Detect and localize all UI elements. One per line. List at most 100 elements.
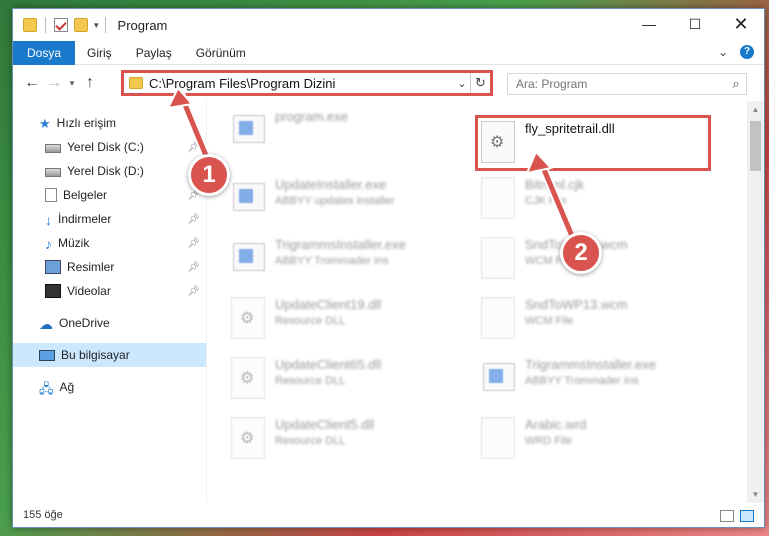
- sidebar-item-videos[interactable]: Videolar 📌︎: [13, 279, 206, 303]
- sidebar-item-label: Hızlı erişim: [56, 116, 116, 130]
- recent-locations-icon[interactable]: ▾: [65, 78, 79, 89]
- highlight-box: [475, 115, 711, 171]
- properties-icon[interactable]: [54, 18, 68, 32]
- music-icon: ♪: [45, 236, 52, 252]
- sidebar-item-label: Ağ: [59, 380, 75, 394]
- cloud-icon: ☁: [39, 316, 53, 332]
- list-item[interactable]: Bitmml.cjk CJK File: [481, 177, 721, 229]
- maximize-button[interactable]: ☐: [672, 9, 718, 39]
- title-bar: ▾ Program — ☐ ✕: [13, 9, 764, 41]
- documents-icon: [45, 188, 57, 202]
- tab-file[interactable]: Dosya: [13, 40, 76, 65]
- downloads-icon: ↓: [45, 212, 52, 228]
- sidebar-item-label: İndirmeler: [58, 212, 112, 226]
- dll-file-icon: [231, 357, 265, 399]
- customize-toolbar-icon[interactable]: ▾: [94, 20, 99, 31]
- address-bar[interactable]: C:\Program Files\Program Dizini ⌄ ↻: [121, 70, 493, 96]
- list-item[interactable]: UpdateInstaller.exe ABBYY updates install…: [231, 177, 471, 229]
- scroll-thumb[interactable]: [750, 121, 761, 171]
- list-item[interactable]: UpdateClient5.dllResource DLL: [231, 417, 471, 469]
- address-row: ← → ▾ ↑ C:\Program Files\Program Dizini …: [13, 65, 764, 101]
- list-item[interactable]: SndToWP13.wcmWCM File: [481, 297, 721, 349]
- sidebar-item-network[interactable]: 🖧︎ Ağ: [13, 375, 206, 399]
- forward-button[interactable]: →: [43, 74, 65, 92]
- document-file-icon: [481, 417, 515, 459]
- list-item[interactable]: Arabic.wrd WRD File: [481, 417, 721, 469]
- sidebar-item-disk-d[interactable]: Yerel Disk (D:) 📌︎: [13, 159, 206, 183]
- help-icon[interactable]: ?: [740, 45, 754, 59]
- sidebar-item-label: Videolar: [67, 284, 111, 298]
- list-item[interactable]: UpdateClient65.dllResource DLL: [231, 357, 471, 409]
- sidebar-item-label: Bu bilgisayar: [61, 348, 130, 362]
- sidebar-item-documents[interactable]: Belgeler 📌︎: [13, 183, 206, 207]
- document-file-icon: [481, 297, 515, 339]
- network-icon: 🖧︎: [39, 381, 54, 396]
- list-item[interactable]: TrigrammsInstaller.exe ABBYY Trommader In…: [481, 357, 721, 409]
- content-area: ★ Hızlı erişim Yerel Disk (C:) 📌︎ Yerel …: [13, 101, 764, 503]
- star-icon: ★: [39, 116, 51, 131]
- disk-icon: [45, 167, 61, 177]
- exe-file-icon: [481, 357, 515, 399]
- step-badge-2: 2: [560, 232, 602, 274]
- search-icon[interactable]: ⌕: [726, 76, 746, 92]
- exe-file-icon: [231, 177, 265, 219]
- refresh-icon[interactable]: ↻: [470, 73, 490, 93]
- list-item[interactable]: program.exe: [231, 109, 471, 161]
- ribbon-tabs: Dosya Giriş Paylaş Görünüm ⌄ ?: [13, 40, 764, 65]
- scroll-down-icon[interactable]: ▼: [747, 486, 764, 503]
- tab-home[interactable]: Giriş: [75, 41, 124, 65]
- folder-icon: [23, 18, 37, 32]
- exe-file-icon: [231, 109, 265, 151]
- list-item[interactable]: SndToWP13.wcmWCM File: [481, 237, 721, 289]
- vertical-scrollbar[interactable]: ▲ ▼: [747, 101, 764, 503]
- pin-icon[interactable]: 📌︎: [187, 214, 200, 225]
- sidebar-item-quick-access[interactable]: ★ Hızlı erişim: [13, 111, 206, 135]
- search-input[interactable]: [516, 77, 726, 91]
- list-item[interactable]: TrigrammsInstaller.exe ABBYY Trommader In…: [231, 237, 471, 289]
- status-bar: 155 öğe: [13, 503, 764, 527]
- address-dropdown-icon[interactable]: ⌄: [454, 77, 470, 90]
- tab-view[interactable]: Görünüm: [184, 41, 258, 65]
- dll-file-icon: [231, 297, 265, 339]
- pin-icon[interactable]: 📌︎: [187, 262, 200, 273]
- sidebar-item-label: Belgeler: [63, 188, 108, 202]
- sidebar-item-onedrive[interactable]: ☁ OneDrive: [13, 311, 206, 335]
- sidebar-item-label: Yerel Disk (D:): [67, 164, 144, 178]
- pin-icon[interactable]: 📌︎: [187, 286, 200, 297]
- window-controls: — ☐ ✕: [626, 9, 764, 39]
- explorer-window: ▾ Program — ☐ ✕ Dosya Giriş Paylaş Görün…: [12, 8, 765, 528]
- close-button[interactable]: ✕: [718, 9, 764, 39]
- sidebar-item-pictures[interactable]: Resimler 📌︎: [13, 255, 206, 279]
- sidebar-item-disk-c[interactable]: Yerel Disk (C:) 📌︎: [13, 135, 206, 159]
- sidebar-item-downloads[interactable]: ↓ İndirmeler 📌︎: [13, 207, 206, 231]
- sidebar-item-label: OneDrive: [59, 316, 110, 330]
- scroll-up-icon[interactable]: ▲: [747, 101, 764, 118]
- list-item[interactable]: UpdateClient19.dllResource DLL: [231, 297, 471, 349]
- expand-ribbon-icon[interactable]: ⌄: [718, 45, 728, 59]
- address-path[interactable]: C:\Program Files\Program Dizini: [149, 76, 454, 91]
- sidebar-item-label: Resimler: [67, 260, 115, 274]
- computer-icon: [39, 349, 55, 361]
- exe-file-icon: [231, 237, 265, 279]
- pin-icon[interactable]: 📌︎: [187, 142, 200, 153]
- window-title: Program: [117, 17, 168, 33]
- sidebar-item-music[interactable]: ♪ Müzik 📌︎: [13, 231, 206, 255]
- dll-file-icon: [231, 417, 265, 459]
- minimize-button[interactable]: —: [626, 9, 672, 39]
- large-icons-view-icon[interactable]: [740, 510, 754, 522]
- document-file-icon: [481, 177, 515, 219]
- tab-share[interactable]: Paylaş: [124, 41, 184, 65]
- pictures-icon: [45, 260, 61, 274]
- sidebar-item-label: Müzik: [58, 236, 90, 250]
- pin-icon[interactable]: 📌︎: [187, 238, 200, 249]
- up-button[interactable]: ↑: [79, 74, 101, 92]
- back-button[interactable]: ←: [21, 74, 43, 92]
- sidebar-item-this-pc[interactable]: Bu bilgisayar: [13, 343, 206, 367]
- sidebar-item-label: Yerel Disk (C:): [67, 140, 144, 154]
- new-folder-icon[interactable]: [74, 18, 88, 32]
- file-list: program.exe fly_spritetrail.dll UpdateIn…: [207, 101, 764, 503]
- item-count: 155 öğe: [23, 509, 63, 521]
- search-box[interactable]: ⌕: [507, 73, 747, 95]
- details-view-icon[interactable]: [720, 510, 734, 522]
- document-file-icon: [481, 237, 515, 279]
